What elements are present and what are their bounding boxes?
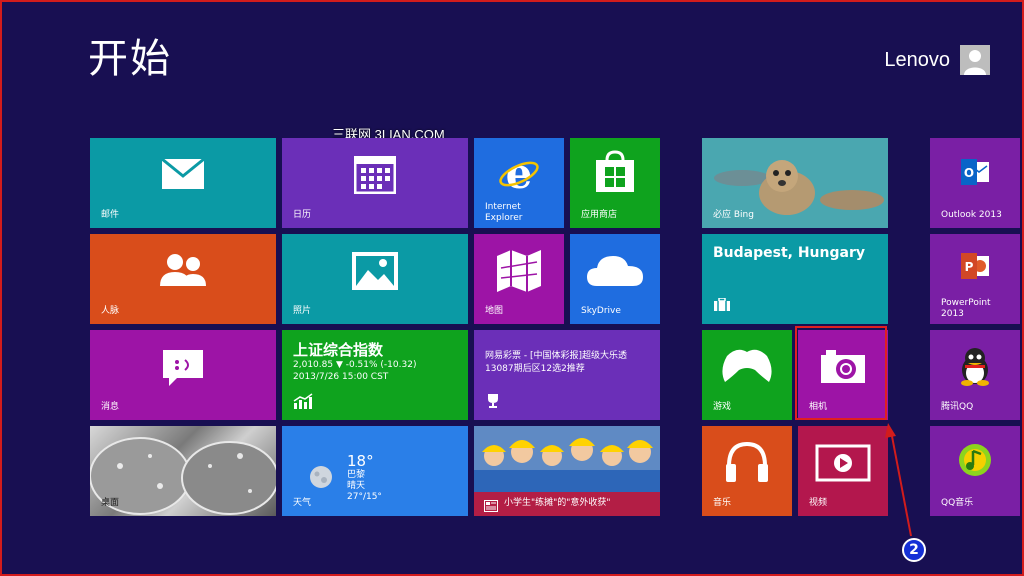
- news-photo-image: [474, 426, 660, 492]
- qqmusic-icon: [930, 442, 1020, 478]
- tile-powerpoint[interactable]: P PowerPoint 2013: [930, 234, 1020, 324]
- maps-icon: [474, 248, 564, 294]
- news-lottery-text: 网易彩票 - [中国体彩报]超级大乐透13087期后区12选2推荐: [485, 351, 627, 374]
- tile-games[interactable]: 游戏: [702, 330, 792, 420]
- tile-camera[interactable]: 相机: [798, 330, 888, 420]
- mail-icon: [90, 158, 276, 190]
- tile-qqmusic-label: QQ音乐: [941, 498, 974, 508]
- tile-news-photo[interactable]: 小学生"练摊"的"意外收获": [474, 426, 660, 516]
- calendar-icon: [282, 156, 468, 194]
- start-screen-title: 开始: [88, 36, 172, 82]
- weather-temperature: 18°: [347, 452, 374, 470]
- tile-skydrive-label: SkyDrive: [581, 306, 621, 316]
- tile-photos[interactable]: 照片: [282, 234, 468, 324]
- user-name: Lenovo: [884, 49, 950, 71]
- tile-qq-label: 腾讯QQ: [941, 402, 974, 412]
- tile-camera-label: 相机: [809, 402, 828, 412]
- finance-title: 上证综合指数: [293, 341, 384, 359]
- travel-icon: [713, 297, 731, 316]
- tile-messaging[interactable]: 消息: [90, 330, 276, 420]
- tile-skydrive[interactable]: SkyDrive: [570, 234, 660, 324]
- tile-games-label: 游戏: [713, 402, 732, 412]
- tile-bing[interactable]: 必应 Bing: [702, 138, 888, 228]
- weather-city: 巴黎: [347, 470, 366, 480]
- camera-icon: [798, 348, 888, 384]
- tile-powerpoint-label-line1: PowerPoint: [941, 298, 991, 308]
- tile-ie-label-line2: Explorer: [485, 213, 523, 223]
- user-avatar-icon: [960, 45, 990, 75]
- tile-finance[interactable]: 上证综合指数 2,010.85 ▼ -0.51% (-10.32) 2013/7…: [282, 330, 468, 420]
- people-icon: [90, 252, 276, 288]
- store-icon: [570, 150, 660, 194]
- tile-maps-label: 地图: [485, 306, 504, 316]
- tile-weather[interactable]: 18° 巴黎 晴天 27°/15° 天气: [282, 426, 468, 516]
- tile-travel[interactable]: Budapest, Hungary: [702, 234, 888, 324]
- tile-outlook-label: Outlook 2013: [941, 210, 1002, 220]
- skydrive-icon: [570, 252, 660, 288]
- svg-text:e: e: [506, 152, 533, 194]
- news-photo-caption: 小学生"练摊"的"意外收获": [504, 498, 611, 508]
- tile-qq[interactable]: 腾讯QQ: [930, 330, 1020, 420]
- messaging-icon: [90, 348, 276, 388]
- tile-messaging-label: 消息: [101, 402, 120, 412]
- travel-city: Budapest, Hungary: [713, 245, 865, 261]
- tile-desktop-label: 桌面: [101, 498, 120, 508]
- tile-powerpoint-label-line2: 2013: [941, 309, 964, 319]
- user-account[interactable]: Lenovo: [884, 44, 990, 76]
- finance-value: 2,010.85 ▼ -0.51% (-10.32): [293, 360, 417, 370]
- tile-maps[interactable]: 地图: [474, 234, 564, 324]
- music-icon: [702, 440, 792, 484]
- news-icon: [484, 497, 498, 516]
- tile-video[interactable]: 视频: [798, 426, 888, 516]
- tile-calendar-label: 日历: [293, 210, 312, 220]
- tile-mail-label: 邮件: [101, 210, 120, 220]
- finance-details: 2,010.85 ▼ -0.51% (-10.32) 2013/7/26 15:…: [293, 359, 416, 383]
- weather-range: 27°/15°: [347, 492, 382, 502]
- tile-qqmusic[interactable]: QQ音乐: [930, 426, 1020, 516]
- step-callout-badge: 2: [902, 538, 926, 562]
- svg-text:P: P: [965, 260, 974, 274]
- tile-outlook[interactable]: O Outlook 2013: [930, 138, 1020, 228]
- tile-mail[interactable]: 邮件: [90, 138, 276, 228]
- tile-bing-label: 必应 Bing: [713, 210, 754, 220]
- trophy-icon: [485, 393, 501, 413]
- tile-people[interactable]: 人脉: [90, 234, 276, 324]
- tile-internet-explorer[interactable]: e Internet Explorer: [474, 138, 564, 228]
- news-photo-caption-bar: 小学生"练摊"的"意外收获": [474, 492, 660, 516]
- tile-store-label: 应用商店: [581, 210, 618, 220]
- weather-icon: [308, 464, 334, 494]
- tile-music[interactable]: 音乐: [702, 426, 792, 516]
- ie-icon: e: [474, 152, 564, 194]
- tile-ie-label-line1: Internet: [485, 202, 521, 212]
- photos-icon: [282, 250, 468, 292]
- tile-weather-label: 天气: [293, 498, 312, 508]
- tile-video-label: 视频: [809, 498, 828, 508]
- games-icon: [702, 346, 792, 386]
- finance-icon: [293, 393, 313, 413]
- tile-news-lottery[interactable]: 网易彩票 - [中国体彩报]超级大乐透13087期后区12选2推荐: [474, 330, 660, 420]
- video-icon: [798, 444, 888, 482]
- tile-calendar[interactable]: 日历: [282, 138, 468, 228]
- tile-powerpoint-label: PowerPoint 2013: [941, 298, 991, 320]
- weather-condition: 晴天: [347, 481, 366, 491]
- tile-store[interactable]: 应用商店: [570, 138, 660, 228]
- tile-music-label: 音乐: [713, 498, 732, 508]
- tile-desktop[interactable]: 桌面: [90, 426, 276, 516]
- tile-ie-label: Internet Explorer: [485, 202, 522, 224]
- powerpoint-icon: P: [930, 250, 1020, 282]
- qq-icon: [930, 346, 1020, 386]
- outlook-icon: O: [930, 156, 1020, 188]
- finance-timestamp: 2013/7/26 15:00 CST: [293, 372, 389, 382]
- svg-text:O: O: [964, 166, 974, 180]
- tile-people-label: 人脉: [101, 306, 120, 316]
- tile-photos-label: 照片: [293, 306, 312, 316]
